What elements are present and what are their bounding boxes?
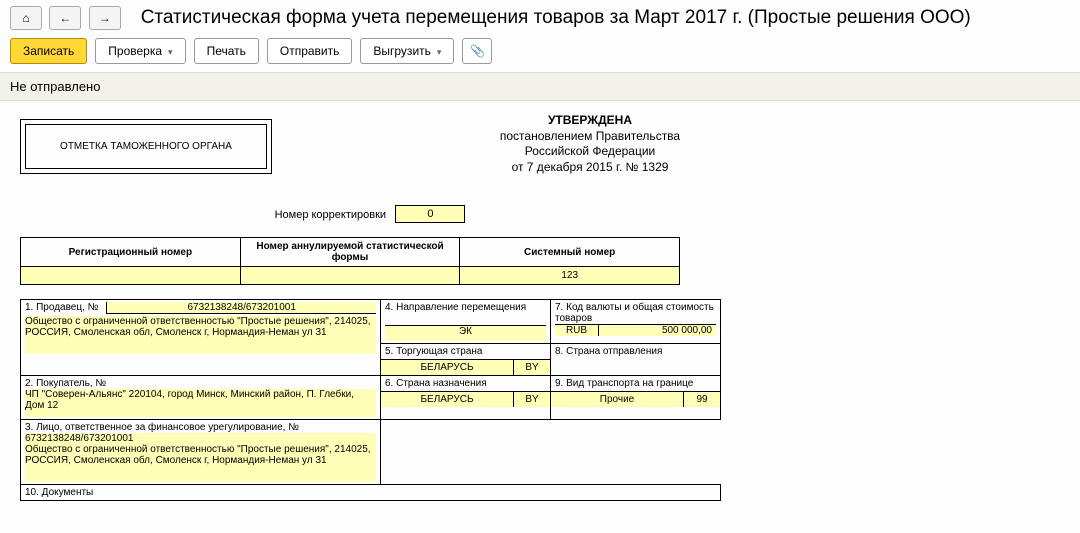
origin-country-label: 8. Страна отправления xyxy=(555,346,716,357)
finresp-text[interactable]: Общество с ограниченной ответственностью… xyxy=(25,444,376,482)
seller-number[interactable]: 6732138248/673201001 xyxy=(106,302,376,314)
dest-country-code[interactable]: BY xyxy=(514,391,550,407)
currency-label: 7. Код валюты и общая стоимость товаров xyxy=(555,302,716,324)
system-number-value[interactable]: 123 xyxy=(460,267,680,285)
reg-number-value[interactable] xyxy=(21,267,241,285)
transport-code[interactable]: 99 xyxy=(684,391,720,407)
buyer-label: 2. Покупатель, № xyxy=(25,378,376,389)
forward-button[interactable]: → xyxy=(89,6,121,30)
paperclip-icon: 📎 xyxy=(470,44,485,58)
customs-stamp-text: ОТМЕТКА ТАМОЖЕННОГО ОРГАНА xyxy=(60,141,232,152)
send-button[interactable]: Отправить xyxy=(267,38,353,64)
status-bar: Не отправлено xyxy=(0,72,1080,101)
attach-button[interactable]: 📎 xyxy=(462,38,492,64)
approval-block: УТВЕРЖДЕНА постановлением Правительства … xyxy=(470,113,710,175)
approval-line: Российской Федерации xyxy=(470,144,710,160)
approval-head: УТВЕРЖДЕНА xyxy=(470,113,710,129)
print-button[interactable]: Печать xyxy=(194,38,259,64)
transport-label: 9. Вид транспорта на границе xyxy=(551,376,720,391)
back-button[interactable]: ← xyxy=(49,6,81,30)
approval-line: от 7 декабря 2015 г. № 1329 xyxy=(470,160,710,176)
main-form-table: 1. Продавец, № 6732138248/673201001 Обще… xyxy=(20,299,721,501)
header-numbers-table: Регистрационный номер Номер аннулируемой… xyxy=(20,237,680,285)
direction-label: 4. Направление перемещения xyxy=(385,302,546,313)
transport-name[interactable]: Прочие xyxy=(551,391,684,407)
approval-line: постановлением Правительства xyxy=(470,129,710,145)
arrow-left-icon: ← xyxy=(59,11,71,25)
currency-code[interactable]: RUB xyxy=(555,325,599,336)
trade-country-code[interactable]: BY xyxy=(514,359,550,375)
reg-number-label: Регистрационный номер xyxy=(21,238,241,267)
system-number-label: Системный номер xyxy=(460,238,680,267)
finresp-number[interactable]: 6732138248/673201001 xyxy=(25,433,376,444)
home-icon: ⌂ xyxy=(22,11,29,25)
dest-country-name[interactable]: БЕЛАРУСЬ xyxy=(381,391,514,407)
trade-country-label: 5. Торгующая страна xyxy=(381,344,550,359)
arrow-right-icon: → xyxy=(99,11,111,25)
check-button[interactable]: Проверка xyxy=(95,38,185,64)
documents-label: 10. Документы xyxy=(25,487,716,498)
annul-number-label: Номер аннулируемой статистической формы xyxy=(240,238,460,267)
seller-label: 1. Продавец, № xyxy=(25,302,98,314)
customs-stamp-box: ОТМЕТКА ТАМОЖЕННОГО ОРГАНА xyxy=(20,119,272,174)
buyer-text[interactable]: ЧП "Соверен-Альянс" 220104, город Минск,… xyxy=(25,389,376,417)
finresp-label: 3. Лицо, ответственное за финансовое уре… xyxy=(25,422,376,433)
dest-country-label: 6. Страна назначения xyxy=(381,376,550,391)
direction-value[interactable]: ЭК xyxy=(385,325,546,341)
annul-number-value[interactable] xyxy=(240,267,460,285)
export-button[interactable]: Выгрузить xyxy=(360,38,454,64)
correction-value[interactable]: 0 xyxy=(395,205,465,223)
page-title: Статистическая форма учета перемещения т… xyxy=(141,7,971,29)
currency-amount[interactable]: 500 000,00 xyxy=(599,325,716,336)
home-button[interactable]: ⌂ xyxy=(10,6,42,30)
record-button[interactable]: Записать xyxy=(10,38,87,64)
correction-label: Номер корректировки xyxy=(275,209,386,221)
seller-text[interactable]: Общество с ограниченной ответственностью… xyxy=(25,316,376,354)
trade-country-name[interactable]: БЕЛАРУСЬ xyxy=(381,359,514,375)
